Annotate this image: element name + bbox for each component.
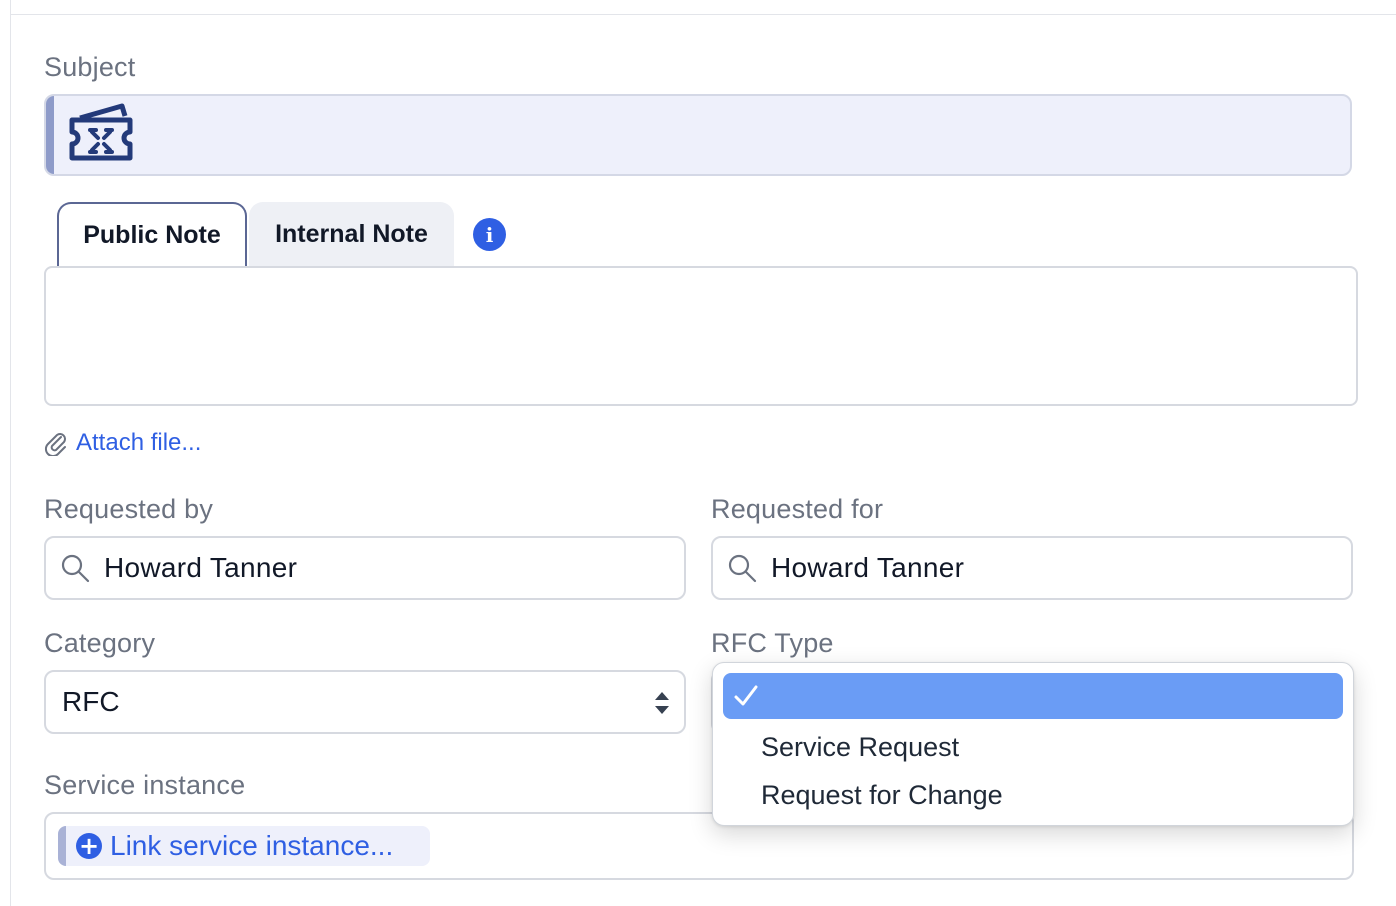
attach-file-label: Attach file... [76,429,202,456]
requested-by-field[interactable]: Howard Tanner [44,536,686,600]
link-service-instance-button[interactable]: + Link service instance... [58,826,430,866]
updown-arrows-icon [655,692,669,714]
rfc-type-dropdown: Service Request Request for Change [712,662,1354,826]
paperclip-icon [44,433,66,456]
requested-by-label: Requested by [44,494,214,524]
note-textarea[interactable] [44,266,1358,406]
requested-for-field[interactable]: Howard Tanner [711,536,1353,600]
requested-by-value: Howard Tanner [104,552,298,583]
tab-internal-note[interactable]: Internal Note [249,202,454,266]
category-label: Category [44,628,156,658]
service-instance-label: Service instance [44,770,246,800]
rfc-type-label: RFC Type [711,628,834,658]
subject-label: Subject [44,52,136,82]
plus-circle-icon: + [76,833,102,859]
subject-accent-bar [46,96,54,174]
category-value: RFC [62,686,120,717]
requested-for-value: Howard Tanner [771,552,965,583]
ticket-form: Subject Public Note Internal Note i Atta… [0,0,1396,906]
rfc-type-option-label: Request for Change [761,779,1003,810]
subject-input[interactable] [146,96,1340,174]
attach-file-link[interactable]: Attach file... [44,426,201,460]
top-divider [10,14,1396,15]
checkmark-icon [734,685,758,706]
rfc-type-option-service-request[interactable]: Service Request [723,724,1343,770]
ticket-icon [69,103,133,161]
chip-accent-bar [58,826,66,866]
search-icon [728,554,757,583]
rfc-type-option-request-for-change[interactable]: Request for Change [723,772,1343,818]
category-select[interactable]: RFC [44,670,686,734]
search-icon [61,554,90,583]
link-service-instance-label: Link service instance... [110,830,394,861]
rfc-type-option-label: Service Request [761,731,960,762]
tab-public-note[interactable]: Public Note [57,202,247,266]
requested-for-label: Requested for [711,494,884,524]
left-divider [10,0,11,906]
info-icon[interactable]: i [473,218,506,251]
subject-field[interactable] [44,94,1352,176]
rfc-type-option-empty[interactable] [723,673,1343,719]
